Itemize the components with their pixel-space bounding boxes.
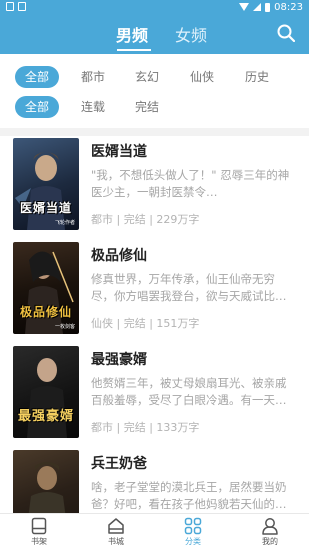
book-description: 修真世界，万年传承，仙王仙帝无穷尽，你方唱罢我登台，欲与天威试比… bbox=[91, 272, 287, 303]
tab-label: 书架 bbox=[31, 537, 47, 546]
filter-genre-all[interactable]: 全部 bbox=[15, 66, 59, 88]
filter-panel: 全部 都市 玄幻 仙侠 历史 全部 连载 完结 bbox=[0, 54, 309, 128]
book-item[interactable]: 极品修仙 一枚剑客 极品修仙 修真世界，万年传承，仙王仙帝无穷尽，你方唱罢我登台… bbox=[0, 241, 309, 345]
cover-title-text: 最强豪婿 bbox=[17, 409, 74, 424]
book-cover: 极品修仙 一枚剑客 bbox=[13, 242, 79, 334]
book-cover bbox=[13, 450, 79, 513]
tab-bookstore[interactable]: 书城 bbox=[96, 517, 136, 547]
book-meta: 仙侠 | 完结 | 151万字 bbox=[91, 317, 200, 330]
book-description: "我，不想低头做人了！" 忍辱三年的神医少主，一朝封医禁令… bbox=[91, 168, 290, 199]
filter-genre-urban[interactable]: 都市 bbox=[71, 66, 115, 88]
cover-title-text: 医婿当道 bbox=[19, 201, 72, 215]
tab-label: 分类 bbox=[185, 537, 201, 546]
tab-category[interactable]: 分类 bbox=[173, 517, 213, 547]
app-notification-icon bbox=[18, 2, 26, 11]
gallery-notification-icon bbox=[6, 2, 14, 11]
book-item[interactable]: 医婿当道 飞轮作者 医婿当道 "我，不想低头做人了！" 忍辱三年的神医少主，一朝… bbox=[0, 137, 309, 241]
top-navbar: 男频 女频 bbox=[0, 14, 309, 54]
category-icon bbox=[184, 517, 202, 535]
book-title: 最强豪婿 bbox=[91, 352, 147, 368]
cover-author-text: 一枚剑客 bbox=[54, 324, 75, 330]
status-bar: 08:23 bbox=[0, 0, 309, 14]
cover-author-text: 飞轮作者 bbox=[54, 220, 75, 226]
book-title: 极品修仙 bbox=[91, 248, 147, 264]
book-item[interactable]: 兵王奶爸 啥，老子堂堂的漠北兵王，居然要当奶爸？好吧，看在孩子他妈貌若天仙的… bbox=[0, 449, 309, 513]
filter-genre-history[interactable]: 历史 bbox=[235, 66, 279, 88]
app: 08:23 男频 女频 全部 都市 玄幻 仙侠 历史 全部 连载 完结 医婿当道… bbox=[0, 0, 309, 550]
filter-status-ongoing[interactable]: 连载 bbox=[71, 96, 115, 118]
wifi-icon bbox=[239, 3, 250, 11]
tab-male[interactable]: 男频 bbox=[116, 22, 148, 46]
tab-profile[interactable]: 我的 bbox=[250, 517, 290, 547]
book-meta: 都市 | 完结 | 133万字 bbox=[91, 421, 200, 434]
filter-status-completed[interactable]: 完结 bbox=[125, 96, 169, 118]
book-meta: 都市 | 完结 | 229万字 bbox=[91, 213, 200, 226]
book-description: 啥，老子堂堂的漠北兵王，居然要当奶爸？好吧，看在孩子他妈貌若天仙的… bbox=[91, 480, 287, 511]
status-time: 08:23 bbox=[274, 1, 303, 13]
tab-bookshelf[interactable]: 书架 bbox=[19, 517, 59, 547]
search-icon[interactable] bbox=[277, 24, 295, 42]
book-title: 兵王奶爸 bbox=[91, 456, 147, 472]
book-title: 医婿当道 bbox=[91, 144, 147, 160]
book-cover: 最强豪婿 bbox=[13, 346, 79, 438]
signal-icon bbox=[253, 3, 262, 11]
bottom-tabbar: 书架 书城 分类 我的 bbox=[0, 513, 309, 550]
book-description: 他赘婿三年，被丈母娘扇耳光、被亲戚百般羞辱，受尽了白眼冷遇。有一天… bbox=[91, 376, 287, 407]
section-divider bbox=[0, 128, 309, 136]
tab-label: 我的 bbox=[262, 537, 278, 546]
filter-genre-fantasy[interactable]: 玄幻 bbox=[125, 66, 169, 88]
cover-title-text: 极品修仙 bbox=[19, 305, 72, 319]
tab-label: 书城 bbox=[108, 537, 124, 546]
active-tab-indicator bbox=[117, 49, 151, 51]
bookshelf-icon bbox=[31, 517, 47, 535]
book-cover: 医婿当道 飞轮作者 bbox=[13, 138, 79, 230]
filter-genre-xianxia[interactable]: 仙侠 bbox=[180, 66, 224, 88]
battery-icon bbox=[265, 2, 271, 12]
tab-female[interactable]: 女频 bbox=[175, 22, 207, 46]
profile-icon bbox=[262, 518, 278, 535]
book-item[interactable]: 最强豪婿 最强豪婿 他赘婿三年，被丈母娘扇耳光、被亲戚百般羞辱，受尽了白眼冷遇。… bbox=[0, 345, 309, 449]
bookstore-icon bbox=[108, 518, 124, 534]
filter-status-all[interactable]: 全部 bbox=[15, 96, 59, 118]
